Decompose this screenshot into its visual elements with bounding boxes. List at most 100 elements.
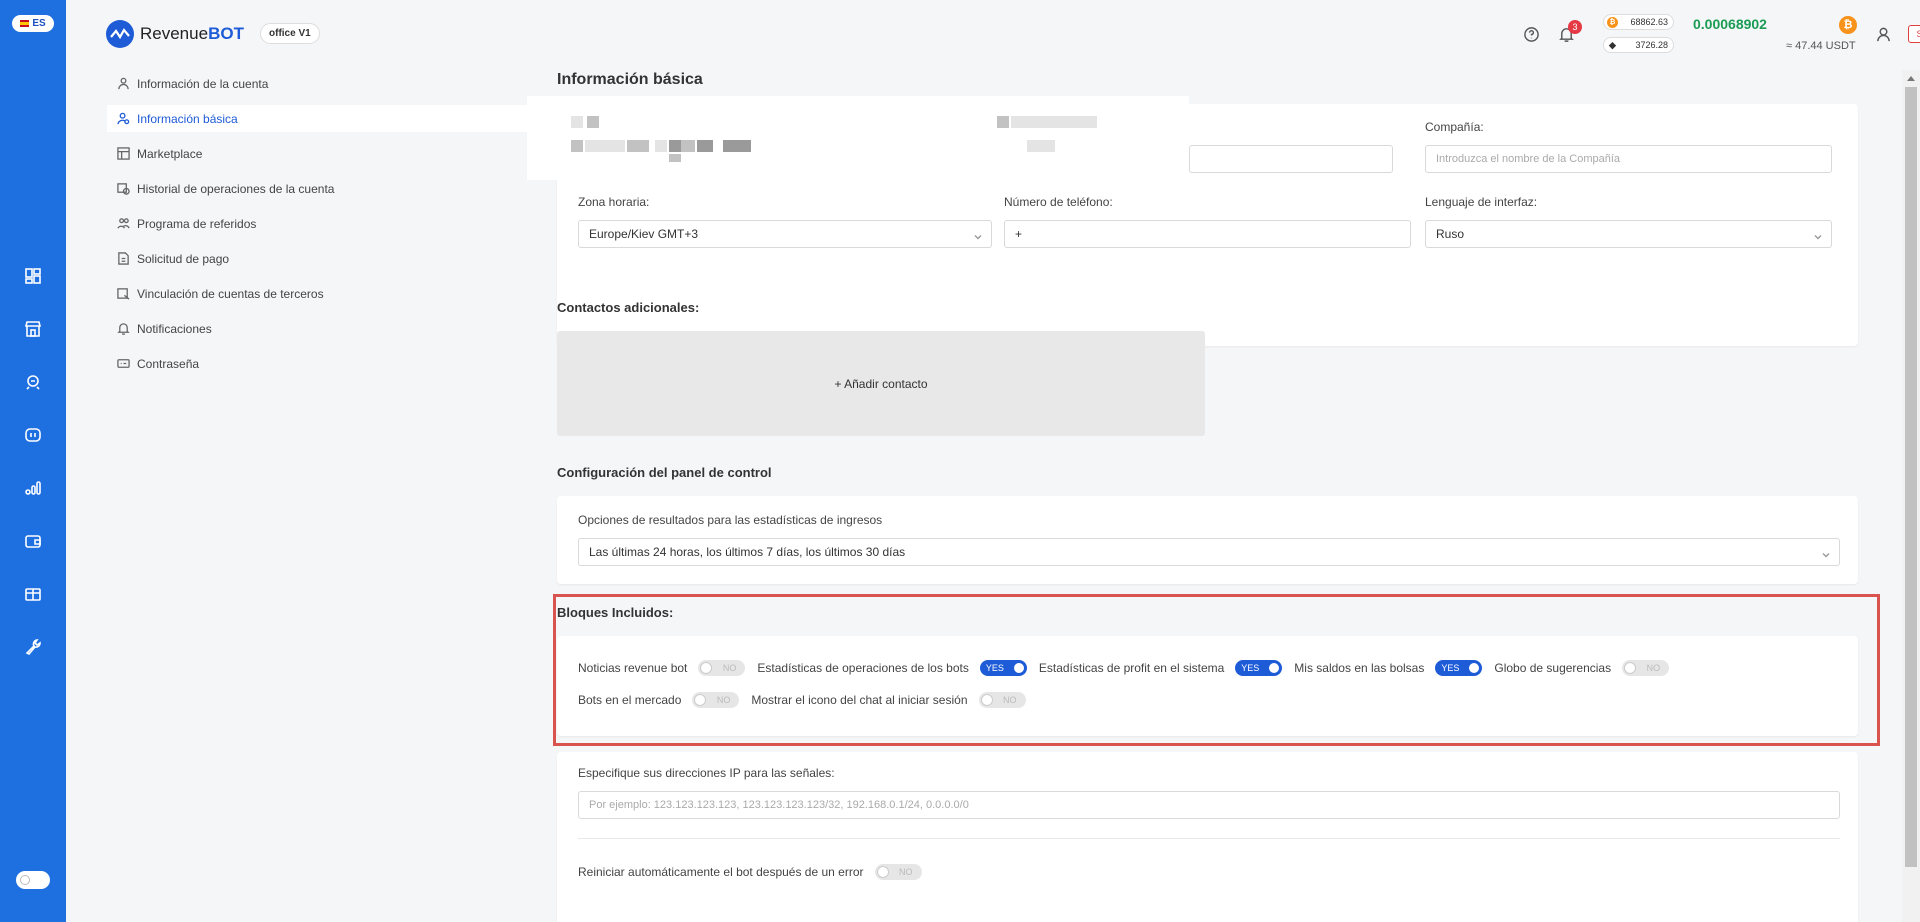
- menu-item-password[interactable]: Contraseña: [107, 350, 547, 377]
- password-icon: [117, 359, 130, 368]
- support-chat-icon[interactable]: [1521, 24, 1541, 44]
- eth-price: 3726.28: [1635, 40, 1668, 50]
- redacted-block: [571, 116, 583, 128]
- ip-settings-card: Especifique sus direcciones IP para las …: [557, 752, 1858, 922]
- redacted-block: [1011, 116, 1097, 128]
- gift-icon[interactable]: [23, 584, 43, 604]
- brand-name: RevenueBOT: [140, 24, 244, 44]
- menu-item-marketplace[interactable]: Marketplace: [107, 140, 547, 167]
- redacted-block: [627, 140, 649, 152]
- notifications-count: 3: [1568, 20, 1582, 34]
- notifications-bell-icon[interactable]: 3: [1556, 20, 1582, 44]
- redacted-block: [669, 154, 681, 162]
- menu-item-label: Información de la cuenta: [137, 76, 269, 91]
- menu-item-label: Vinculación de cuentas de terceros: [137, 286, 324, 301]
- language-value: Ruso: [1436, 227, 1465, 241]
- stats-options-label: Opciones de resultados para las estadíst…: [578, 513, 883, 527]
- spain-flag-icon: [20, 20, 30, 27]
- user-icon: [118, 77, 129, 90]
- menu-item-label: Información básica: [137, 111, 238, 126]
- menu-item-basic-info[interactable]: Información básica: [107, 105, 547, 132]
- btc-price: 68862.63: [1630, 17, 1668, 27]
- language-label: Lenguaje de interfaz:: [1425, 195, 1538, 209]
- redacted-block: [681, 140, 695, 152]
- chevron-down-icon: [974, 230, 982, 240]
- menu-item-label: Marketplace: [137, 146, 203, 161]
- logo[interactable]: RevenueBOT: [106, 20, 244, 48]
- menu-item-label: Contraseña: [137, 356, 200, 371]
- redacted-block: [587, 116, 599, 128]
- toggle-auto-restart[interactable]: NO: [874, 864, 922, 880]
- profile-icon[interactable]: [1873, 24, 1893, 44]
- btc-wallet-icon[interactable]: ₿: [1839, 16, 1857, 34]
- signals-icon[interactable]: [23, 425, 43, 445]
- dashboard-settings-card: Opciones de resultados para las estadíst…: [557, 496, 1858, 584]
- redacted-block: [1027, 140, 1055, 152]
- left-rail: ES: [0, 0, 66, 922]
- redacted-block: [723, 140, 751, 152]
- chevron-down-icon: [1822, 548, 1830, 558]
- ip-label: Especifique sus direcciones IP para las …: [578, 766, 835, 780]
- user-settings-icon: [117, 112, 130, 125]
- sun-icon: [20, 875, 30, 885]
- redacted-input[interactable]: [1189, 145, 1393, 173]
- scrollbar-thumb[interactable]: [1905, 87, 1917, 867]
- redacted-block: [585, 140, 625, 152]
- add-contact-button[interactable]: + Añadir contacto: [557, 331, 1205, 436]
- redacted-block: [571, 140, 583, 152]
- menu-item-label: Solicitud de pago: [137, 251, 230, 266]
- stats-icon[interactable]: [23, 478, 43, 498]
- hidden-personal-data: [527, 96, 1189, 180]
- menu-item-notifications[interactable]: Notificaciones: [107, 315, 547, 342]
- usdt-balance: ≈ 47.44 USDT: [1786, 40, 1856, 52]
- eth-price-chip: ◆ 3726.28: [1603, 37, 1674, 53]
- marketplace-icon: [117, 147, 130, 160]
- toggle-label: Reiniciar automáticamente el bot después…: [578, 865, 864, 879]
- office-version-badge[interactable]: office V1: [260, 23, 320, 44]
- theme-toggle[interactable]: [16, 871, 50, 889]
- btc-price-chip: ₿ 68862.63: [1603, 14, 1674, 30]
- btc-balance: 0.00068902: [1693, 16, 1767, 32]
- referral-icon: [117, 218, 130, 229]
- store-icon[interactable]: [23, 319, 43, 339]
- wallet-icon[interactable]: [23, 531, 43, 551]
- logo-mark-icon: [106, 20, 134, 48]
- eth-coin-icon: ◆: [1609, 39, 1616, 50]
- brand-name-regular: Revenue: [140, 24, 209, 43]
- divider: [578, 838, 1840, 839]
- menu-item-history[interactable]: Historial de operaciones de la cuenta: [107, 175, 547, 202]
- toggle-knob: [876, 866, 889, 878]
- menu-item-account-info[interactable]: Información de la cuenta: [107, 70, 547, 97]
- btc-coin-icon: ₿: [1607, 16, 1618, 28]
- ip-input[interactable]: Por ejemplo: 123.123.123.123, 123.123.12…: [578, 791, 1840, 819]
- menu-item-payment-request[interactable]: Solicitud de pago: [107, 245, 547, 272]
- menu-item-referral[interactable]: Programa de referidos: [107, 210, 547, 237]
- contacts-title: Contactos adicionales:: [557, 300, 700, 315]
- redacted-block: [697, 140, 713, 152]
- stats-options-value: Las últimas 24 horas, los últimos 7 días…: [589, 545, 906, 559]
- chevron-down-icon: [1814, 230, 1822, 240]
- company-label: Compañía:: [1425, 120, 1484, 134]
- redacted-block: [997, 116, 1009, 128]
- company-input[interactable]: Introduzca el nombre de la Compañía: [1425, 145, 1832, 173]
- language-code: ES: [32, 18, 46, 29]
- language-select[interactable]: Ruso: [1425, 220, 1832, 248]
- scroll-up-arrow-icon[interactable]: [1907, 76, 1915, 81]
- menu-item-label: Notificaciones: [137, 321, 212, 336]
- page-scrollbar[interactable]: [1902, 70, 1920, 922]
- timezone-select[interactable]: Europe/Kiev GMT+3: [578, 220, 992, 248]
- language-switcher[interactable]: ES: [12, 15, 54, 32]
- stats-options-select[interactable]: Las últimas 24 horas, los últimos 7 días…: [578, 538, 1840, 566]
- payment-request-icon: [118, 252, 129, 265]
- tools-icon[interactable]: [23, 637, 43, 657]
- timezone-label: Zona horaria:: [578, 195, 650, 209]
- logout-button[interactable]: Salir: [1908, 25, 1920, 43]
- link-accounts-icon: [117, 288, 130, 300]
- dashboard-settings-title: Configuración del panel de control: [557, 465, 772, 480]
- account-menu: Información de la cuenta Información bás…: [107, 70, 547, 385]
- timezone-value: Europe/Kiev GMT+3: [589, 227, 699, 241]
- phone-input[interactable]: +: [1004, 220, 1411, 248]
- menu-item-link-accounts[interactable]: Vinculación de cuentas de terceros: [107, 280, 547, 307]
- dashboard-icon[interactable]: [23, 266, 43, 286]
- robot-icon[interactable]: [23, 372, 43, 392]
